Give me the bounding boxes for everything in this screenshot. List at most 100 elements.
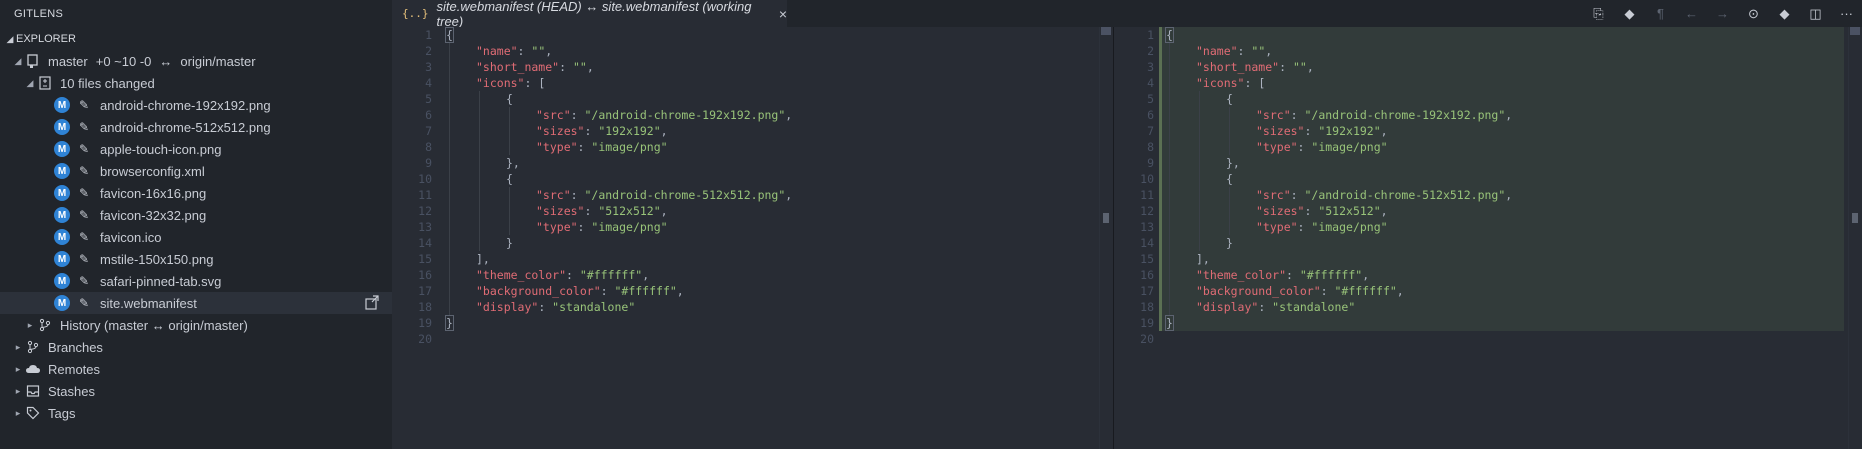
history-row[interactable]: ▸ History (master ↔ origin/master) xyxy=(0,314,392,336)
indent-guide xyxy=(1199,203,1200,219)
json-punctuation: , xyxy=(1380,204,1388,218)
code-line: 5{ xyxy=(1114,91,1862,107)
file-item[interactable]: M ✎ android-chrome-192x192.png xyxy=(0,94,392,116)
repo-row[interactable]: ◢ master +0 ~10 -0 ↔ origin/master xyxy=(0,50,392,72)
file-name: site.webmanifest xyxy=(100,295,197,311)
file-item[interactable]: M ✎ favicon-32x32.png xyxy=(0,204,392,226)
file-item-selected[interactable]: M ✎ site.webmanifest xyxy=(0,292,392,314)
file-item[interactable]: M ✎ mstile-150x150.png xyxy=(0,248,392,270)
modified-badge: M xyxy=(54,273,70,289)
code-text: "type": "image/png" xyxy=(1256,219,1388,235)
diff-gutter-marker xyxy=(1159,123,1162,139)
scrollbar[interactable] xyxy=(1099,27,1113,449)
code-line: 11 "src": "/android-chrome-512x512.png", xyxy=(392,187,1113,203)
indent-guide xyxy=(1169,43,1170,59)
explorer-section-header[interactable]: ◢ EXPLORER xyxy=(0,28,392,50)
file-name: mstile-150x150.png xyxy=(100,251,214,267)
json-key: "display" xyxy=(476,300,539,314)
code-text: "sizes": "192x192", xyxy=(536,123,668,139)
inserted-line-highlight xyxy=(1162,235,1844,251)
line-number: 9 xyxy=(425,156,432,170)
tab-diff[interactable]: {..} site.webmanifest (HEAD) ↔ site.webm… xyxy=(392,0,787,29)
changed-files-row[interactable]: ◢ 10 files changed xyxy=(0,72,392,94)
sidebar-item-stashes[interactable]: ▸ Stashes xyxy=(0,380,392,402)
json-key: "sizes" xyxy=(536,204,585,218)
file-item[interactable]: M ✎ favicon-16x16.png xyxy=(0,182,392,204)
json-punctuation: : xyxy=(1258,300,1273,314)
json-value: "/android-chrome-512x512.png" xyxy=(584,188,786,202)
close-icon[interactable]: × xyxy=(779,6,787,22)
line-number: 7 xyxy=(425,124,432,138)
json-key: "background_color" xyxy=(476,284,601,298)
indent-guide xyxy=(479,139,480,155)
json-value: "image/png" xyxy=(591,140,668,154)
more-icon[interactable]: ··· xyxy=(1831,0,1862,27)
json-punctuation: } xyxy=(1226,236,1233,250)
scrollbar[interactable] xyxy=(1848,27,1862,449)
code-line: 16 "theme_color": "#ffffff", xyxy=(1114,267,1862,283)
pencil-icon: ✎ xyxy=(78,120,90,134)
chevron-right-icon: ▸ xyxy=(15,407,21,418)
sidebar-item-remotes[interactable]: ▸ Remotes xyxy=(0,358,392,380)
indent-guide xyxy=(449,251,450,267)
git-compare-icon[interactable]: ◆ xyxy=(1614,0,1645,27)
toggle-inline-icon[interactable]: ⊙ xyxy=(1738,0,1769,27)
indent-guide xyxy=(449,219,450,235)
code-line: 2 "name": "", xyxy=(392,43,1113,59)
file-item[interactable]: M ✎ browserconfig.xml xyxy=(0,160,392,182)
code-text: "type": "image/png" xyxy=(1256,139,1388,155)
open-file-icon[interactable] xyxy=(364,295,380,311)
file-item[interactable]: M ✎ android-chrome-512x512.png xyxy=(0,116,392,138)
indent-guide xyxy=(1229,203,1230,219)
chevron-down-icon: ◢ xyxy=(6,34,14,44)
diff-gutter-marker xyxy=(1159,283,1162,299)
file-item[interactable]: M ✎ safari-pinned-tab.svg xyxy=(0,270,392,292)
indent-guide xyxy=(1229,123,1230,139)
diff-gutter-marker xyxy=(1159,59,1162,75)
arrow-left-icon[interactable]: ← xyxy=(1676,0,1707,27)
json-value: "image/png" xyxy=(1311,140,1388,154)
file-item[interactable]: M ✎ apple-touch-icon.png xyxy=(0,138,392,160)
sidebar-item-tags[interactable]: ▸ Tags xyxy=(0,402,392,424)
indent-guide xyxy=(449,123,450,139)
open-file-icon[interactable]: ⎘ xyxy=(1583,0,1614,27)
line-number: 17 xyxy=(418,284,432,298)
indent-guide xyxy=(479,123,480,139)
sidebar-item-label: Tags xyxy=(48,405,76,421)
indent-guide xyxy=(1199,123,1200,139)
diff-gutter-marker xyxy=(1159,315,1162,331)
code-line: 12 "sizes": "512x512", xyxy=(1114,203,1862,219)
json-punctuation: : xyxy=(600,284,615,298)
inbox-icon xyxy=(24,383,42,399)
line-number: 18 xyxy=(418,300,432,314)
json-punctuation: : xyxy=(570,188,585,202)
arrow-right-icon[interactable]: → xyxy=(1707,0,1738,27)
code-text: "icons": [ xyxy=(476,75,545,91)
changed-files-list: M ✎ android-chrome-192x192.png M ✎ andro… xyxy=(0,94,392,314)
overview-marker xyxy=(1852,213,1858,223)
code-line: 6 "src": "/android-chrome-192x192.png", xyxy=(1114,107,1862,123)
json-punctuation: { xyxy=(445,27,454,43)
pilcrow-icon[interactable]: ¶ xyxy=(1645,0,1676,27)
git-commit-icon[interactable]: ◆ xyxy=(1769,0,1800,27)
diff-gutter-marker xyxy=(1159,75,1162,91)
scroll-thumb[interactable] xyxy=(1101,27,1111,35)
split-editor-icon[interactable]: ◫ xyxy=(1800,0,1831,27)
code-line: 14} xyxy=(1114,235,1862,251)
line-number: 9 xyxy=(1147,156,1154,170)
sidebar-item-label: Stashes xyxy=(48,383,95,399)
indent-guide xyxy=(479,171,480,187)
json-punctuation: : xyxy=(1320,284,1335,298)
modified-badge: M xyxy=(54,185,70,201)
code-line: 20 xyxy=(1114,331,1862,347)
file-item[interactable]: M ✎ favicon.ico xyxy=(0,226,392,248)
code-line: 2 "name": "", xyxy=(1114,43,1862,59)
history-label: History (master ↔ origin/master) xyxy=(60,317,248,333)
json-value: "" xyxy=(1251,44,1266,58)
scroll-thumb[interactable] xyxy=(1850,27,1860,35)
modified-pane[interactable]: 1{2 "name": "", 3 "short_name": "", 4 "icons"… xyxy=(1113,27,1862,449)
original-pane[interactable]: 1{2 "name": "", 3 "short_name": "", 4 "icons"… xyxy=(392,27,1113,449)
indent-guide xyxy=(1169,219,1170,235)
sidebar-item-branches[interactable]: ▸ Branches xyxy=(0,336,392,358)
json-punctuation: : xyxy=(1279,60,1293,74)
